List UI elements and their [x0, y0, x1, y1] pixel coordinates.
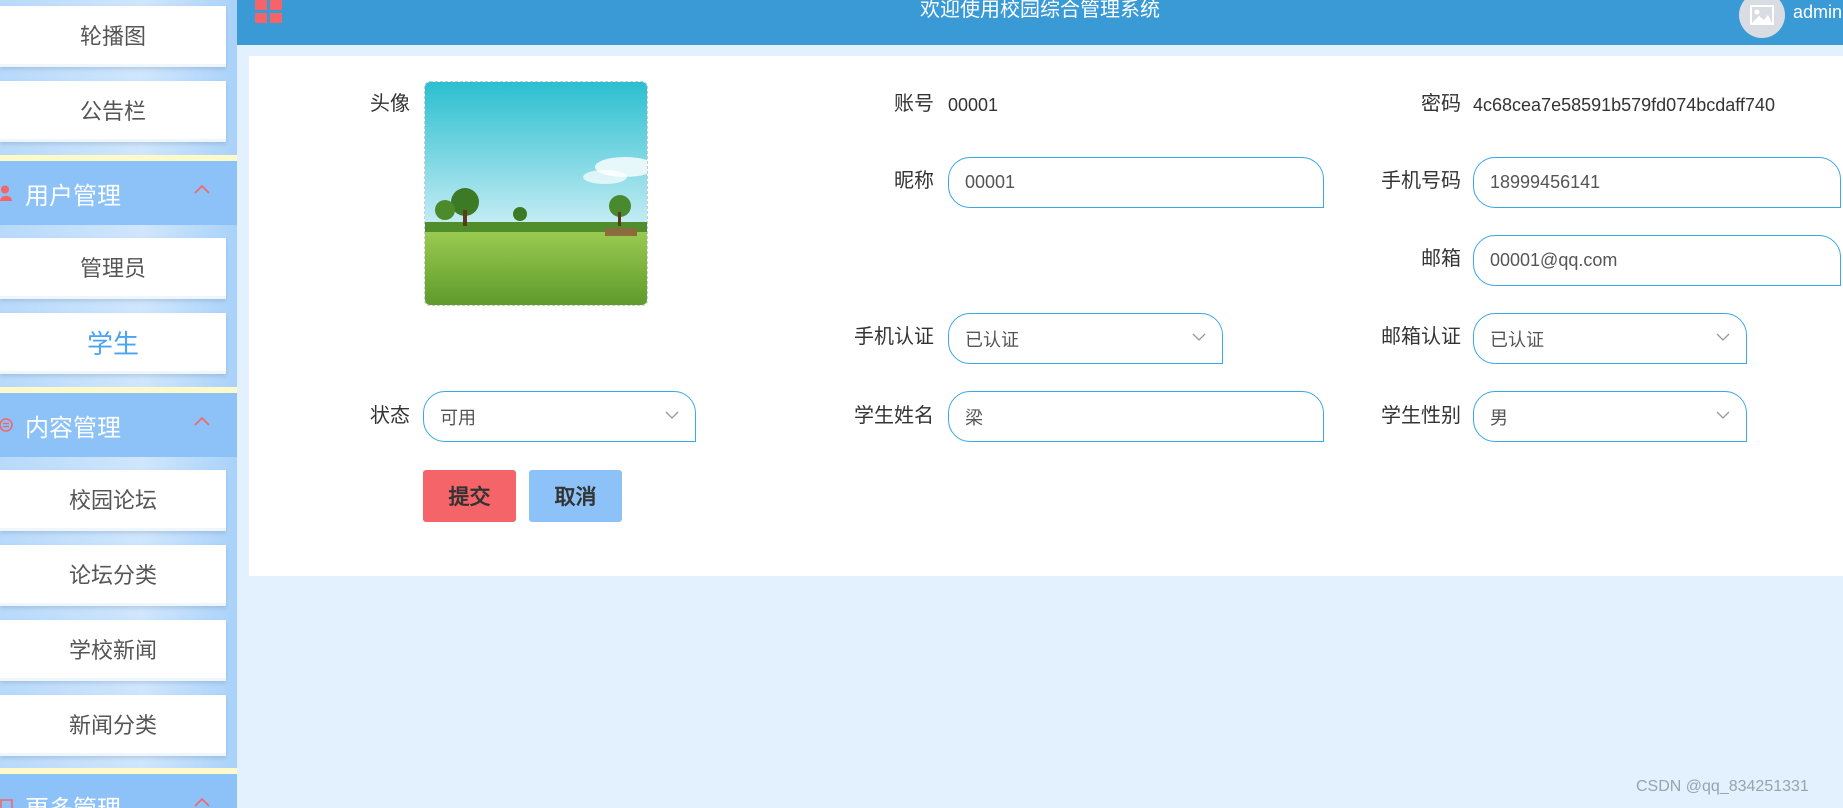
email-verify-select[interactable]: 已认证: [1473, 313, 1747, 364]
phone-label: 手机号码: [1381, 170, 1461, 192]
submit-button[interactable]: 提交: [423, 470, 516, 522]
sidebar: 轮播图 公告栏 用户管理 管理员 学生 内容管理 校园论坛 论坛分类 学校新闻 …: [0, 0, 237, 808]
avatar-label: 头像: [370, 93, 410, 115]
student-name-label: 学生姓名: [854, 405, 934, 427]
chevron-down-icon: [665, 411, 679, 419]
email-verify-label: 邮箱认证: [1381, 326, 1461, 348]
header-username[interactable]: admin: [1793, 2, 1842, 23]
student-gender-label: 学生性别: [1381, 405, 1461, 427]
phone-verify-value: 已认证: [965, 329, 1019, 350]
student-gender-value: 男: [1490, 407, 1508, 428]
sidebar-group-user-management[interactable]: 用户管理: [0, 155, 237, 225]
sidebar-group-more-management[interactable]: 更多管理: [0, 768, 237, 808]
password-label: 密码: [1421, 93, 1461, 115]
avatar-image[interactable]: [424, 81, 648, 306]
sidebar-group-label: 用户管理: [25, 182, 121, 210]
phone-verify-select[interactable]: 已认证: [948, 313, 1223, 364]
sidebar-item-label: 轮播图: [79, 24, 146, 49]
password-value: 4c68cea7e58591b579fd074bcdaff740: [1473, 95, 1775, 115]
sidebar-item-admin[interactable]: 管理员: [0, 238, 226, 299]
sidebar-item-label: 校园论坛: [68, 488, 157, 513]
phone-input-value: 18999456141: [1490, 172, 1601, 192]
chevron-down-icon: [1192, 333, 1206, 341]
chevron-down-icon: [1716, 333, 1730, 341]
sidebar-item-label: 学校新闻: [68, 638, 157, 663]
top-header: 欢迎使用校园综合管理系统 admin: [237, 0, 1843, 45]
status-label: 状态: [370, 405, 410, 427]
nickname-input[interactable]: 00001: [948, 157, 1324, 208]
watermark: CSDN @qq_834251331: [1636, 778, 1809, 795]
student-name-value: 梁: [965, 407, 983, 428]
sidebar-item-label: 学生: [86, 328, 139, 359]
chevron-up-icon: [194, 797, 210, 807]
sidebar-group-label: 更多管理: [25, 789, 121, 808]
content-icon: [0, 418, 13, 432]
sidebar-item-label: 论坛分类: [68, 563, 157, 588]
status-select[interactable]: 可用: [423, 391, 696, 442]
sidebar-item-student[interactable]: 学生: [0, 313, 226, 374]
email-input-value: 00001@qq.com: [1490, 250, 1618, 270]
sidebar-group-content-management[interactable]: 内容管理: [0, 387, 237, 457]
account-label: 账号: [894, 93, 934, 115]
sidebar-item-label: 公告栏: [79, 99, 146, 124]
chevron-up-icon: [194, 416, 210, 426]
sidebar-item-label: 新闻分类: [68, 713, 157, 738]
cancel-button[interactable]: 取消: [529, 470, 622, 522]
sidebar-item-news-category[interactable]: 新闻分类: [0, 695, 226, 756]
image-placeholder-icon: [1750, 5, 1774, 25]
sidebar-item-label: 管理员: [79, 256, 146, 281]
chevron-down-icon: [1716, 411, 1730, 419]
sidebar-item-forum-category[interactable]: 论坛分类: [0, 545, 226, 606]
sidebar-item-notice[interactable]: 公告栏: [0, 81, 226, 142]
chevron-up-icon: [194, 184, 210, 194]
phone-input[interactable]: 18999456141: [1473, 157, 1841, 208]
sidebar-item-school-news[interactable]: 学校新闻: [0, 620, 226, 681]
landscape-photo: [425, 82, 647, 305]
sidebar-item-forum[interactable]: 校园论坛: [0, 470, 226, 531]
status-value: 可用: [440, 407, 476, 428]
more-icon: [0, 799, 13, 808]
email-verify-value: 已认证: [1490, 329, 1544, 350]
email-label: 邮箱: [1421, 248, 1461, 270]
sidebar-group-label: 内容管理: [25, 414, 121, 442]
student-name-input[interactable]: 梁: [948, 391, 1324, 442]
email-input[interactable]: 00001@qq.com: [1473, 235, 1841, 286]
phone-verify-label: 手机认证: [854, 326, 934, 348]
account-value: 00001: [948, 95, 999, 115]
avatar[interactable]: [1739, 0, 1785, 38]
student-gender-select[interactable]: 男: [1473, 391, 1747, 442]
header-title: 欢迎使用校园综合管理系统: [920, 0, 1160, 21]
nickname-label: 昵称: [894, 170, 934, 192]
nickname-input-value: 00001: [965, 172, 1016, 192]
user-icon: [0, 185, 12, 201]
sidebar-item-carousel[interactable]: 轮播图: [0, 6, 226, 67]
